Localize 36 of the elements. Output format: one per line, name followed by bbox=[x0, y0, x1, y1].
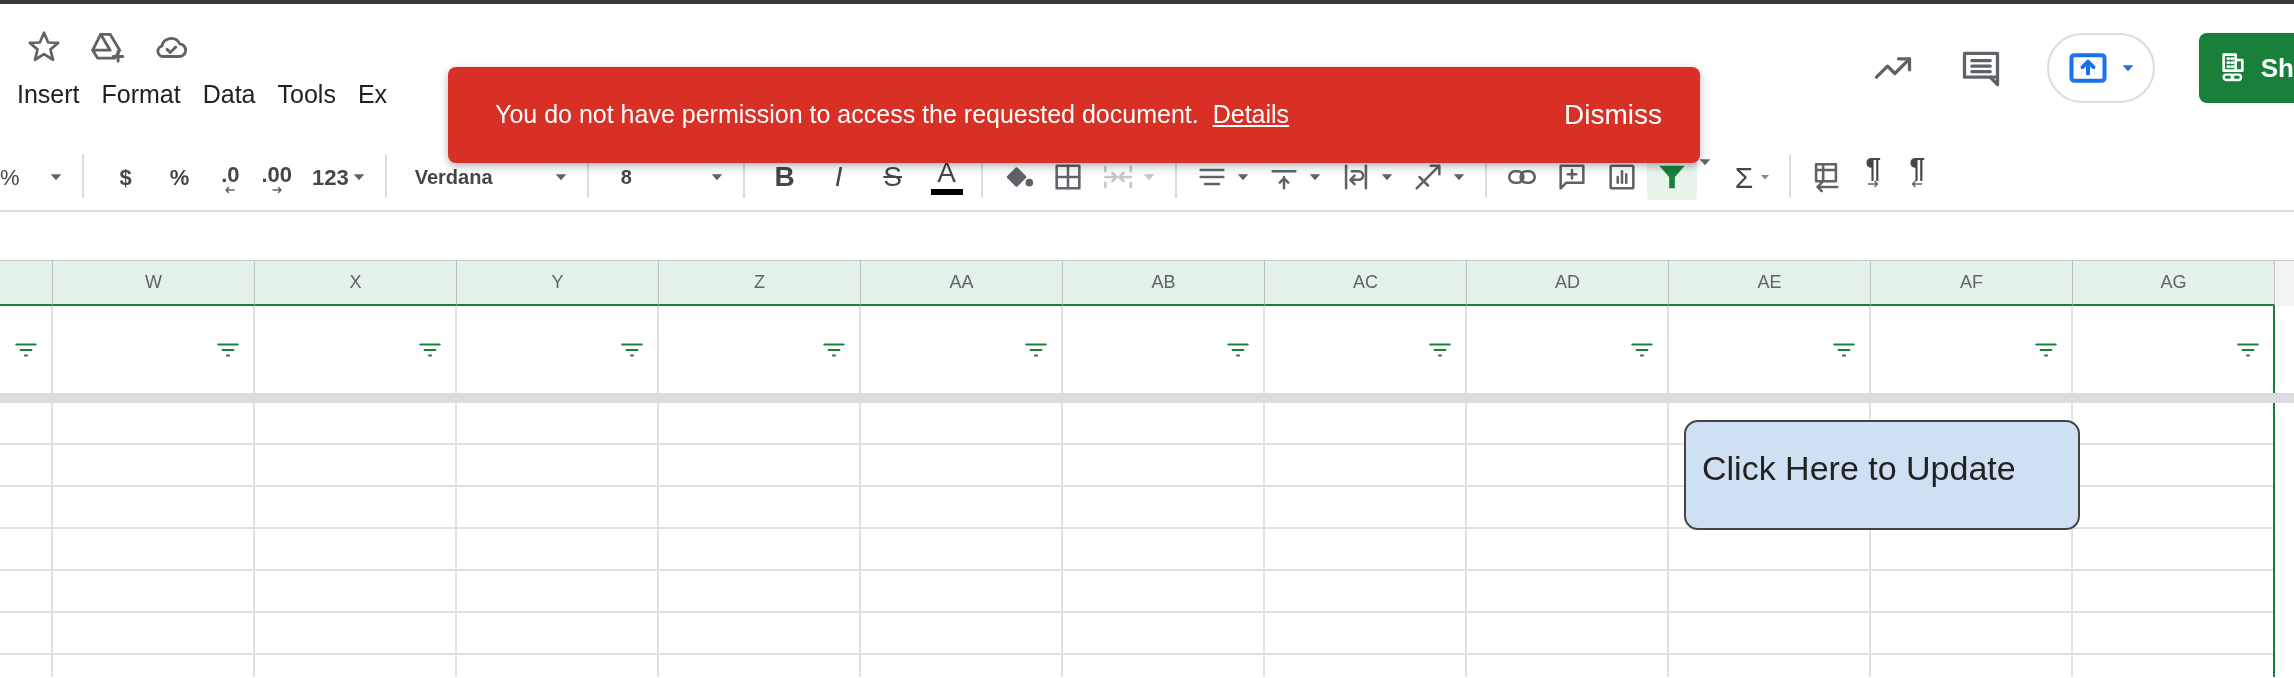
column-header[interactable]: AE bbox=[1669, 261, 1871, 306]
decimal-button[interactable]: .00 bbox=[253, 154, 300, 200]
percent-button[interactable]: % bbox=[161, 154, 198, 200]
functions-button[interactable]: Σ bbox=[1726, 154, 1780, 200]
column-header[interactable]: X bbox=[255, 261, 457, 306]
column-header[interactable]: AA bbox=[861, 261, 1063, 306]
share-button[interactable]: Sh bbox=[2198, 33, 2294, 103]
menu-item[interactable]: Ex bbox=[346, 78, 399, 109]
column-header[interactable]: AB bbox=[1063, 261, 1265, 306]
zoom-dropdown[interactable]: % bbox=[0, 154, 72, 200]
column-header[interactable]: AG bbox=[2073, 261, 2275, 306]
menu-item[interactable]: Insert bbox=[6, 78, 91, 109]
bold-button[interactable]: B bbox=[760, 154, 809, 200]
more-formats-dropdown[interactable]: 123 bbox=[303, 154, 375, 200]
menu-item[interactable]: Data bbox=[191, 78, 267, 109]
text-direction-button[interactable]: ¶ bbox=[1851, 154, 1896, 200]
text-direction-button[interactable]: ¶ bbox=[1895, 154, 1940, 200]
column-header[interactable]: AC bbox=[1265, 261, 1467, 306]
column-header[interactable]: Z bbox=[659, 261, 861, 306]
details-link[interactable]: Details bbox=[1212, 96, 1290, 134]
decimal-button[interactable]: .0 bbox=[211, 154, 250, 200]
column-header[interactable]: Y bbox=[457, 261, 659, 306]
update-button[interactable]: Click Here to Update bbox=[1684, 420, 2080, 530]
column-header[interactable]: AF bbox=[1871, 261, 2073, 306]
menu-item[interactable]: Tools bbox=[266, 78, 347, 109]
italic-button[interactable]: I bbox=[814, 154, 863, 200]
dismiss-button[interactable]: Dismiss bbox=[1558, 93, 1668, 137]
text-color-button[interactable]: A bbox=[922, 154, 971, 200]
column-header[interactable]: AD bbox=[1467, 261, 1669, 306]
font-size-dropdown[interactable]: 8 bbox=[612, 154, 733, 200]
menu-item[interactable]: Format bbox=[90, 78, 192, 109]
toast-message: You do not have permission to access the requested document. bbox=[495, 99, 1199, 131]
font-dropdown[interactable]: Verdana bbox=[406, 154, 577, 200]
currency-button[interactable]: $ bbox=[111, 154, 140, 200]
strikethrough-button[interactable]: S bbox=[868, 154, 917, 200]
column-header[interactable]: W bbox=[53, 261, 255, 306]
